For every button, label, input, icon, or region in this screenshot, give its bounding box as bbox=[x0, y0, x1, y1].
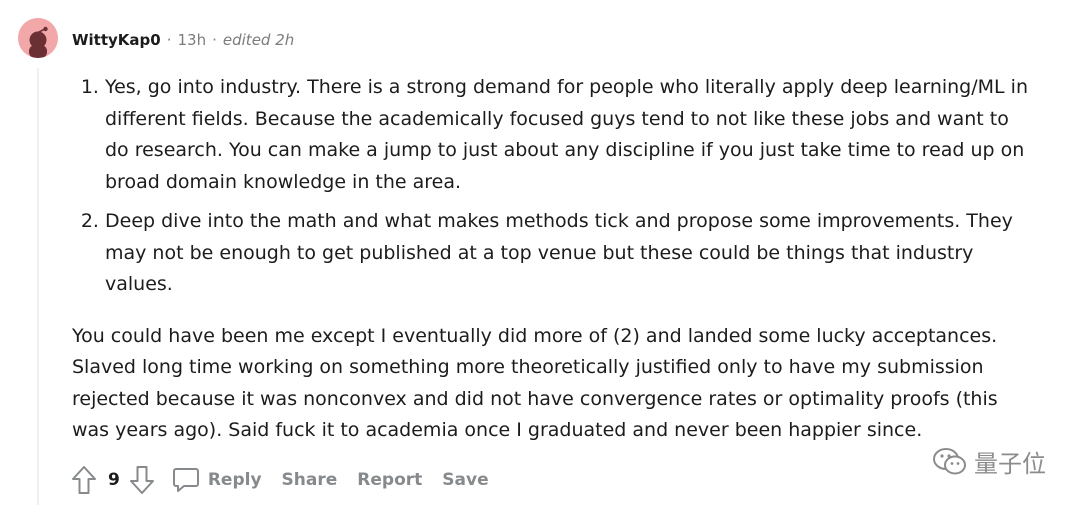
meta-separator: · bbox=[166, 31, 172, 49]
report-button[interactable]: Report bbox=[357, 470, 422, 490]
upvote-arrow-icon bbox=[72, 466, 96, 494]
vote-score: 9 bbox=[108, 470, 120, 490]
wechat-logo-icon bbox=[933, 447, 966, 474]
comment-actions: 9 Reply Share Report Save bbox=[70, 462, 489, 498]
numbered-list: Yes, go into industry. There is a strong… bbox=[72, 72, 1032, 301]
reply-button[interactable]: Reply bbox=[172, 466, 262, 494]
reply-label: Reply bbox=[207, 470, 262, 490]
comment: WittyKap0 · 13h · edited 2h Yes, go into… bbox=[0, 0, 1080, 505]
comment-paragraph: You could have been me except I eventual… bbox=[72, 324, 998, 442]
list-item: Deep dive into the math and what makes m… bbox=[105, 206, 1032, 301]
downvote-button[interactable] bbox=[128, 464, 156, 496]
save-button[interactable]: Save bbox=[442, 470, 488, 490]
timestamp[interactable]: 13h bbox=[178, 31, 207, 49]
author-name[interactable]: WittyKap0 bbox=[72, 31, 161, 49]
comment-meta: WittyKap0 · 13h · edited 2h bbox=[72, 29, 294, 51]
meta-separator: · bbox=[212, 31, 217, 49]
comment-bubble-icon bbox=[172, 468, 199, 492]
downvote-arrow-icon bbox=[129, 466, 154, 494]
thread-line[interactable] bbox=[37, 68, 39, 505]
upvote-button[interactable] bbox=[70, 464, 98, 496]
watermark: 量子位 bbox=[932, 444, 1046, 479]
comment-body: Yes, go into industry. There is a strong… bbox=[72, 72, 1032, 447]
share-button[interactable]: Share bbox=[282, 470, 338, 490]
edited-label: edited 2h bbox=[222, 31, 295, 49]
list-item: Yes, go into industry. There is a strong… bbox=[105, 72, 1032, 198]
reddit-avatar-icon bbox=[18, 18, 58, 58]
avatar[interactable] bbox=[18, 18, 58, 58]
watermark-text: 量子位 bbox=[974, 450, 1046, 478]
